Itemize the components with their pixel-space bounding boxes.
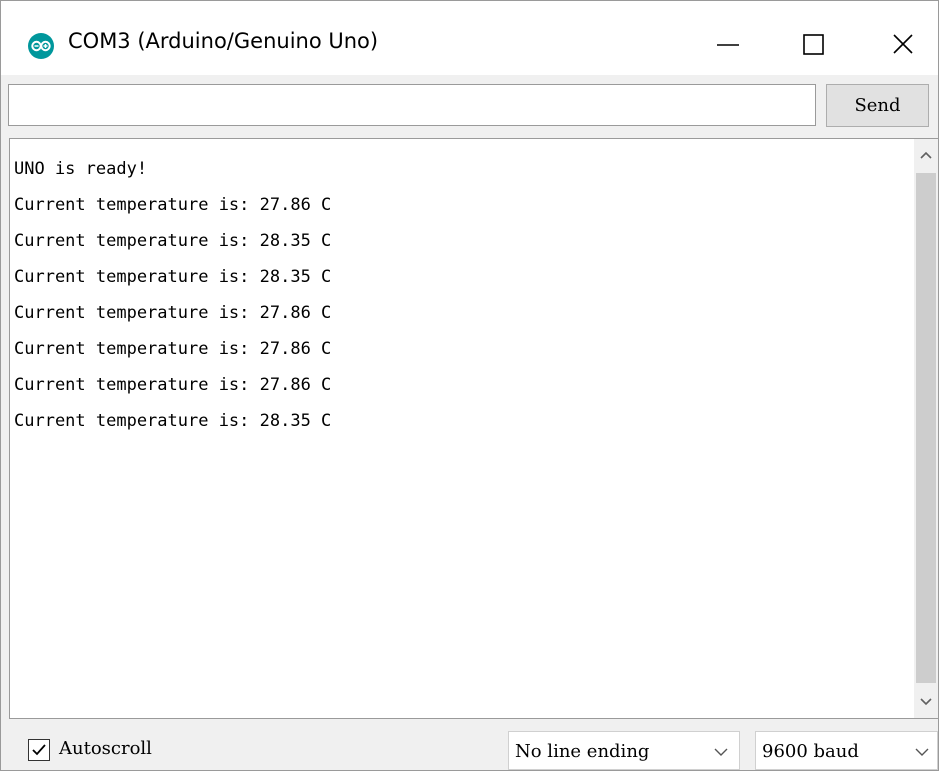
serial-output-area[interactable]: UNO is ready! Current temperature is: 27… [9, 138, 938, 719]
checkmark-icon [32, 744, 46, 756]
baud-rate-dropdown[interactable]: 9600 baud [755, 731, 938, 770]
send-row: Send [1, 75, 938, 135]
chevron-down-icon [714, 748, 728, 756]
chevron-up-icon [920, 151, 932, 159]
line-ending-value: No line ending [515, 741, 650, 762]
chevron-down-icon [915, 748, 929, 756]
line-ending-dropdown[interactable]: No line ending [508, 731, 740, 770]
send-button[interactable]: Send [826, 84, 929, 127]
serial-output-text: UNO is ready! Current temperature is: 27… [14, 151, 909, 711]
output-line: Current temperature is: 27.86 C [14, 375, 332, 395]
serial-monitor-window: COM3 (Arduino/Genuino Uno) Send UNO is r… [0, 0, 939, 771]
bottom-bar: Autoscroll No line ending 9600 baud [1, 719, 938, 770]
vertical-scrollbar[interactable] [914, 139, 938, 718]
scroll-up-button[interactable] [914, 139, 938, 171]
minimize-button[interactable] [690, 18, 760, 72]
autoscroll-checkbox[interactable] [28, 739, 50, 761]
close-button[interactable] [868, 18, 938, 72]
window-title: COM3 (Arduino/Genuino Uno) [68, 29, 379, 53]
close-icon [893, 34, 913, 54]
output-line: Current temperature is: 28.35 C [14, 231, 332, 251]
maximize-icon [803, 34, 824, 55]
minimize-icon [717, 44, 739, 46]
output-line: Current temperature is: 27.86 C [14, 339, 332, 359]
output-line: Current temperature is: 28.35 C [14, 267, 332, 287]
output-line: Current temperature is: 28.35 C [14, 411, 332, 431]
scrollbar-thumb[interactable] [916, 173, 936, 683]
baud-rate-value: 9600 baud [762, 741, 859, 762]
serial-input-field[interactable] [8, 84, 816, 126]
autoscroll-label[interactable]: Autoscroll [59, 738, 152, 759]
chevron-down-icon [920, 698, 932, 706]
title-bar[interactable]: COM3 (Arduino/Genuino Uno) [1, 1, 938, 75]
output-line: Current temperature is: 27.86 C [14, 195, 332, 215]
scroll-down-button[interactable] [914, 686, 938, 718]
arduino-logo-icon [28, 33, 54, 59]
output-line: UNO is ready! [14, 159, 148, 179]
maximize-button[interactable] [779, 18, 849, 72]
output-line: Current temperature is: 27.86 C [14, 303, 332, 323]
